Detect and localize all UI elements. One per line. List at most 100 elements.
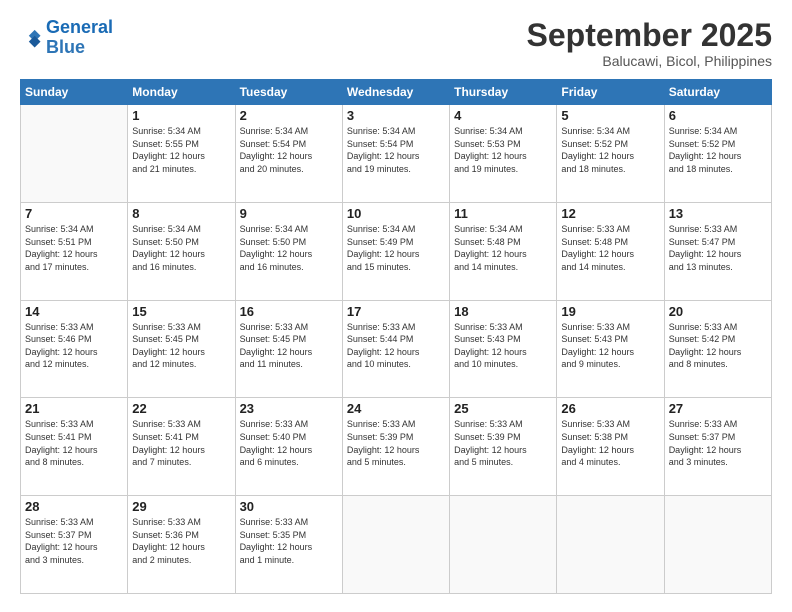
day-info: Sunrise: 5:33 AM Sunset: 5:45 PM Dayligh… (240, 321, 338, 371)
day-info: Sunrise: 5:34 AM Sunset: 5:50 PM Dayligh… (132, 223, 230, 273)
calendar-cell (557, 496, 664, 594)
calendar-cell: 14 Sunrise: 5:33 AM Sunset: 5:46 PM Dayli… (21, 300, 128, 398)
calendar-cell: 3 Sunrise: 5:34 AM Sunset: 5:54 PM Daylig… (342, 105, 449, 203)
calendar-week-4: 21 Sunrise: 5:33 AM Sunset: 5:41 PM Dayli… (21, 398, 772, 496)
day-number: 1 (132, 108, 230, 123)
calendar-cell: 28 Sunrise: 5:33 AM Sunset: 5:37 PM Dayli… (21, 496, 128, 594)
day-number: 24 (347, 401, 445, 416)
day-number: 26 (561, 401, 659, 416)
day-info: Sunrise: 5:33 AM Sunset: 5:37 PM Dayligh… (669, 418, 767, 468)
logo: General Blue (20, 18, 113, 58)
day-info: Sunrise: 5:34 AM Sunset: 5:50 PM Dayligh… (240, 223, 338, 273)
calendar-cell: 18 Sunrise: 5:33 AM Sunset: 5:43 PM Dayli… (450, 300, 557, 398)
day-number: 13 (669, 206, 767, 221)
calendar-cell: 25 Sunrise: 5:33 AM Sunset: 5:39 PM Dayli… (450, 398, 557, 496)
day-number: 5 (561, 108, 659, 123)
day-info: Sunrise: 5:34 AM Sunset: 5:49 PM Dayligh… (347, 223, 445, 273)
title-area: September 2025 Balucawi, Bicol, Philippi… (527, 18, 772, 69)
calendar-cell: 23Sunrise: 5:33 AM Sunset: 5:40 PM Dayli… (235, 398, 342, 496)
header-friday: Friday (557, 80, 664, 105)
header: General Blue September 2025 Balucawi, Bi… (20, 18, 772, 69)
calendar-cell: 26 Sunrise: 5:33 AM Sunset: 5:38 PM Dayli… (557, 398, 664, 496)
day-number: 25 (454, 401, 552, 416)
calendar-cell: 24Sunrise: 5:33 AM Sunset: 5:39 PM Dayli… (342, 398, 449, 496)
header-saturday: Saturday (664, 80, 771, 105)
day-number: 18 (454, 304, 552, 319)
day-number: 17 (347, 304, 445, 319)
calendar-cell: 2Sunrise: 5:34 AM Sunset: 5:54 PM Daylig… (235, 105, 342, 203)
calendar-cell: 15Sunrise: 5:33 AM Sunset: 5:45 PM Dayli… (128, 300, 235, 398)
header-tuesday: Tuesday (235, 80, 342, 105)
day-number: 28 (25, 499, 123, 514)
day-info: Sunrise: 5:33 AM Sunset: 5:35 PM Dayligh… (240, 516, 338, 566)
calendar-table: Sunday Monday Tuesday Wednesday Thursday… (20, 79, 772, 594)
day-info: Sunrise: 5:33 AM Sunset: 5:41 PM Dayligh… (132, 418, 230, 468)
month-title: September 2025 (527, 18, 772, 53)
day-info: Sunrise: 5:33 AM Sunset: 5:44 PM Dayligh… (347, 321, 445, 371)
calendar-cell: 7Sunrise: 5:34 AM Sunset: 5:51 PM Daylig… (21, 202, 128, 300)
calendar-cell (450, 496, 557, 594)
day-number: 19 (561, 304, 659, 319)
calendar-cell (21, 105, 128, 203)
day-number: 29 (132, 499, 230, 514)
day-info: Sunrise: 5:33 AM Sunset: 5:43 PM Dayligh… (454, 321, 552, 371)
day-info: Sunrise: 5:33 AM Sunset: 5:46 PM Dayligh… (25, 321, 123, 371)
calendar-week-3: 14 Sunrise: 5:33 AM Sunset: 5:46 PM Dayli… (21, 300, 772, 398)
weekday-header-row: Sunday Monday Tuesday Wednesday Thursday… (21, 80, 772, 105)
day-number: 3 (347, 108, 445, 123)
day-info: Sunrise: 5:33 AM Sunset: 5:47 PM Dayligh… (669, 223, 767, 273)
calendar-cell: 27 Sunrise: 5:33 AM Sunset: 5:37 PM Dayli… (664, 398, 771, 496)
day-info: Sunrise: 5:33 AM Sunset: 5:39 PM Dayligh… (454, 418, 552, 468)
day-number: 9 (240, 206, 338, 221)
header-wednesday: Wednesday (342, 80, 449, 105)
calendar-cell: 11Sunrise: 5:34 AM Sunset: 5:48 PM Dayli… (450, 202, 557, 300)
day-number: 6 (669, 108, 767, 123)
day-info: Sunrise: 5:33 AM Sunset: 5:36 PM Dayligh… (132, 516, 230, 566)
header-monday: Monday (128, 80, 235, 105)
day-number: 27 (669, 401, 767, 416)
day-info: Sunrise: 5:33 AM Sunset: 5:42 PM Dayligh… (669, 321, 767, 371)
calendar-cell: 21 Sunrise: 5:33 AM Sunset: 5:41 PM Dayli… (21, 398, 128, 496)
day-number: 14 (25, 304, 123, 319)
logo-text: General Blue (46, 18, 113, 58)
calendar-cell: 16 Sunrise: 5:33 AM Sunset: 5:45 PM Dayli… (235, 300, 342, 398)
day-number: 10 (347, 206, 445, 221)
day-info: Sunrise: 5:33 AM Sunset: 5:38 PM Dayligh… (561, 418, 659, 468)
day-info: Sunrise: 5:33 AM Sunset: 5:48 PM Dayligh… (561, 223, 659, 273)
day-info: Sunrise: 5:34 AM Sunset: 5:53 PM Dayligh… (454, 125, 552, 175)
day-number: 16 (240, 304, 338, 319)
calendar-cell: 29 Sunrise: 5:33 AM Sunset: 5:36 PM Dayli… (128, 496, 235, 594)
day-number: 11 (454, 206, 552, 221)
logo-blue: Blue (46, 37, 85, 57)
calendar-week-1: 1 Sunrise: 5:34 AM Sunset: 5:55 PM Daylig… (21, 105, 772, 203)
day-number: 15 (132, 304, 230, 319)
day-info: Sunrise: 5:33 AM Sunset: 5:37 PM Dayligh… (25, 516, 123, 566)
header-thursday: Thursday (450, 80, 557, 105)
calendar-cell: 17 Sunrise: 5:33 AM Sunset: 5:44 PM Dayli… (342, 300, 449, 398)
calendar-cell: 9 Sunrise: 5:34 AM Sunset: 5:50 PM Daylig… (235, 202, 342, 300)
day-number: 22 (132, 401, 230, 416)
day-info: Sunrise: 5:34 AM Sunset: 5:52 PM Dayligh… (561, 125, 659, 175)
calendar-cell: 30 Sunrise: 5:33 AM Sunset: 5:35 PM Dayli… (235, 496, 342, 594)
day-info: Sunrise: 5:33 AM Sunset: 5:43 PM Dayligh… (561, 321, 659, 371)
page: General Blue September 2025 Balucawi, Bi… (0, 0, 792, 612)
calendar-week-5: 28 Sunrise: 5:33 AM Sunset: 5:37 PM Dayli… (21, 496, 772, 594)
day-number: 21 (25, 401, 123, 416)
calendar-cell: 4Sunrise: 5:34 AM Sunset: 5:53 PM Daylig… (450, 105, 557, 203)
day-number: 12 (561, 206, 659, 221)
calendar-cell (664, 496, 771, 594)
calendar-cell (342, 496, 449, 594)
day-info: Sunrise: 5:34 AM Sunset: 5:54 PM Dayligh… (240, 125, 338, 175)
day-number: 30 (240, 499, 338, 514)
calendar-week-2: 7Sunrise: 5:34 AM Sunset: 5:51 PM Daylig… (21, 202, 772, 300)
day-info: Sunrise: 5:33 AM Sunset: 5:41 PM Dayligh… (25, 418, 123, 468)
day-info: Sunrise: 5:34 AM Sunset: 5:55 PM Dayligh… (132, 125, 230, 175)
day-number: 20 (669, 304, 767, 319)
location-subtitle: Balucawi, Bicol, Philippines (527, 53, 772, 69)
day-number: 23 (240, 401, 338, 416)
day-number: 8 (132, 206, 230, 221)
calendar-cell: 13 Sunrise: 5:33 AM Sunset: 5:47 PM Dayli… (664, 202, 771, 300)
day-info: Sunrise: 5:34 AM Sunset: 5:54 PM Dayligh… (347, 125, 445, 175)
calendar-cell: 6Sunrise: 5:34 AM Sunset: 5:52 PM Daylig… (664, 105, 771, 203)
calendar-cell: 8 Sunrise: 5:34 AM Sunset: 5:50 PM Daylig… (128, 202, 235, 300)
